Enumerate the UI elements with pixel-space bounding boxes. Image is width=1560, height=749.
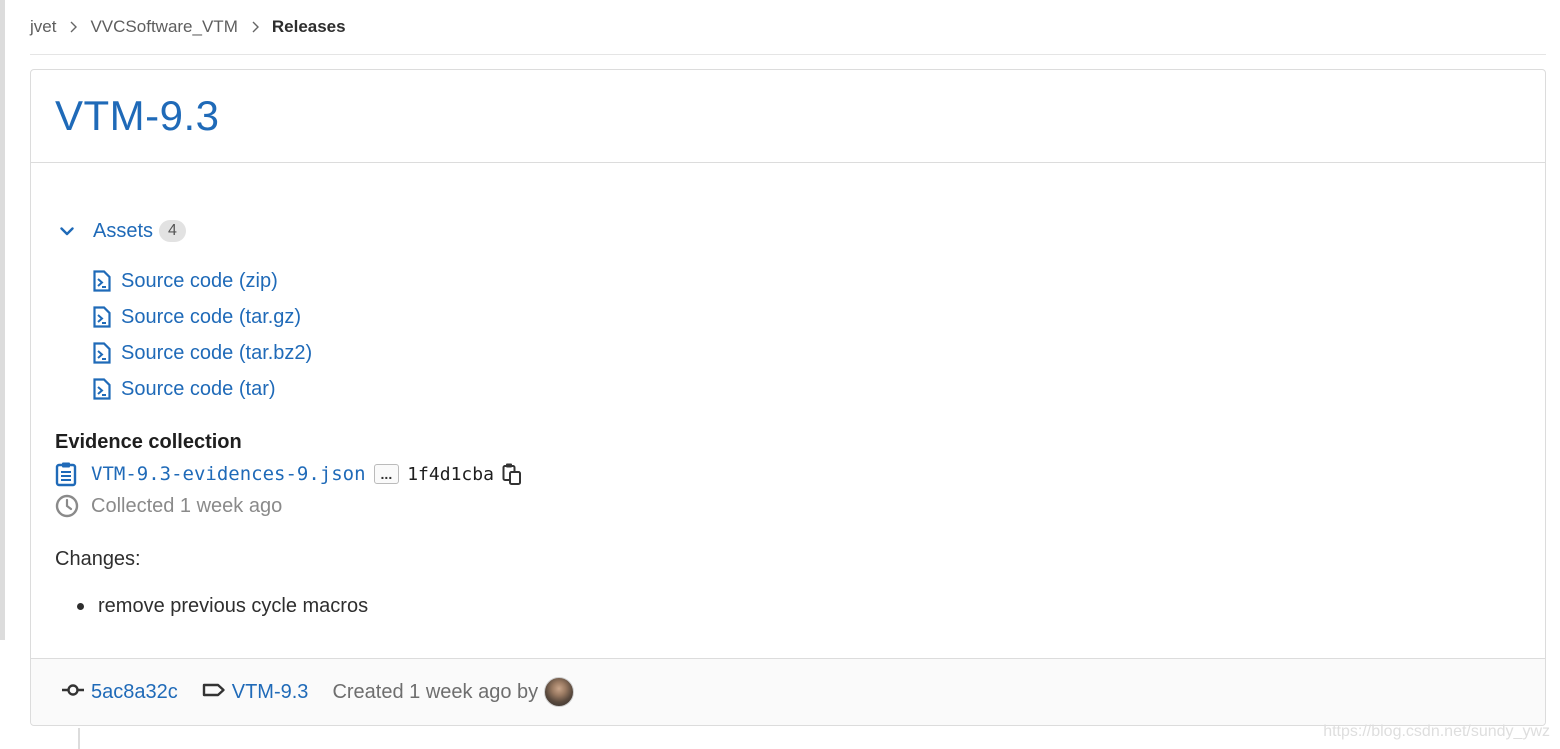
evidence-sha: 1f4d1cba	[407, 463, 494, 485]
asset-link[interactable]: Source code (zip)	[121, 270, 278, 293]
asset-item-tar[interactable]: Source code (tar)	[93, 371, 312, 407]
breadcrumb-item-releases[interactable]: Releases	[272, 17, 346, 37]
chevron-right-icon	[250, 21, 260, 33]
file-zip-icon	[93, 378, 113, 400]
clock-icon	[55, 494, 79, 518]
changes-heading: Changes:	[55, 548, 141, 570]
asset-item-tar-bz2[interactable]: Source code (tar.bz2)	[93, 335, 312, 371]
asset-item-zip[interactable]: Source code (zip)	[93, 263, 312, 299]
bottom-rail	[78, 728, 80, 749]
release-card-footer: 5ac8a32c VTM-9.3 Created 1 week ago by	[31, 658, 1545, 725]
expand-sha-button[interactable]: ...	[373, 464, 400, 484]
file-zip-icon	[93, 306, 113, 328]
tag-name[interactable]: VTM-9.3	[232, 681, 309, 704]
breadcrumb: jvet VVCSoftware_VTM Releases	[30, 0, 1546, 55]
created-text: Created 1 week ago by	[332, 680, 539, 703]
collected-row: Collected 1 week ago	[55, 491, 282, 521]
change-text: remove previous cycle macros	[98, 595, 369, 617]
release-card-body: Assets 4 Source code (zip) Source code (…	[31, 163, 1545, 657]
avatar[interactable]	[544, 677, 575, 707]
evidence-title: Evidence collection	[55, 431, 242, 453]
commit-icon	[61, 683, 85, 701]
chevron-down-icon	[55, 219, 79, 243]
breadcrumb-item-project[interactable]: VVCSoftware_VTM	[90, 17, 237, 37]
file-zip-icon	[93, 270, 113, 292]
release-card-header: VTM-9.3	[31, 70, 1545, 163]
asset-list: Source code (zip) Source code (tar.gz) S…	[93, 263, 312, 407]
assets-toggle[interactable]: Assets 4	[55, 219, 186, 243]
evidence-row: VTM-9.3-evidences-9.json ... 1f4d1cba	[55, 459, 524, 489]
assets-count-badge: 4	[159, 220, 186, 242]
watermark: https://blog.csdn.net/sundy_ywz	[1323, 723, 1550, 740]
commit-sha[interactable]: 5ac8a32c	[91, 681, 178, 704]
collected-text: Collected 1 week ago	[91, 494, 283, 517]
copy-icon[interactable]	[502, 462, 524, 486]
changes-list: remove previous cycle macros	[55, 595, 368, 618]
release-title[interactable]: VTM-9.3	[55, 92, 220, 140]
bullet-icon	[77, 603, 84, 610]
chevron-right-icon	[68, 21, 78, 33]
list-item: remove previous cycle macros	[55, 595, 368, 618]
asset-link[interactable]: Source code (tar.gz)	[121, 306, 301, 329]
clipboard-icon	[55, 461, 79, 487]
evidence-file-link[interactable]: VTM-9.3-evidences-9.json	[91, 463, 366, 485]
asset-item-tar-gz[interactable]: Source code (tar.gz)	[93, 299, 312, 335]
left-rail	[0, 0, 5, 640]
page: jvet VVCSoftware_VTM Releases VTM-9.3 As…	[30, 0, 1546, 726]
assets-label: Assets	[93, 219, 154, 242]
commit-link[interactable]: 5ac8a32c	[61, 681, 178, 704]
asset-link[interactable]: Source code (tar)	[121, 378, 276, 401]
breadcrumb-item-group[interactable]: jvet	[30, 17, 56, 37]
release-card: VTM-9.3 Assets 4 Source code (zip) Sourc…	[30, 69, 1546, 726]
file-zip-icon	[93, 342, 113, 364]
tag-link[interactable]: VTM-9.3	[202, 681, 309, 704]
tag-icon	[202, 683, 226, 701]
asset-link[interactable]: Source code (tar.bz2)	[121, 342, 312, 365]
